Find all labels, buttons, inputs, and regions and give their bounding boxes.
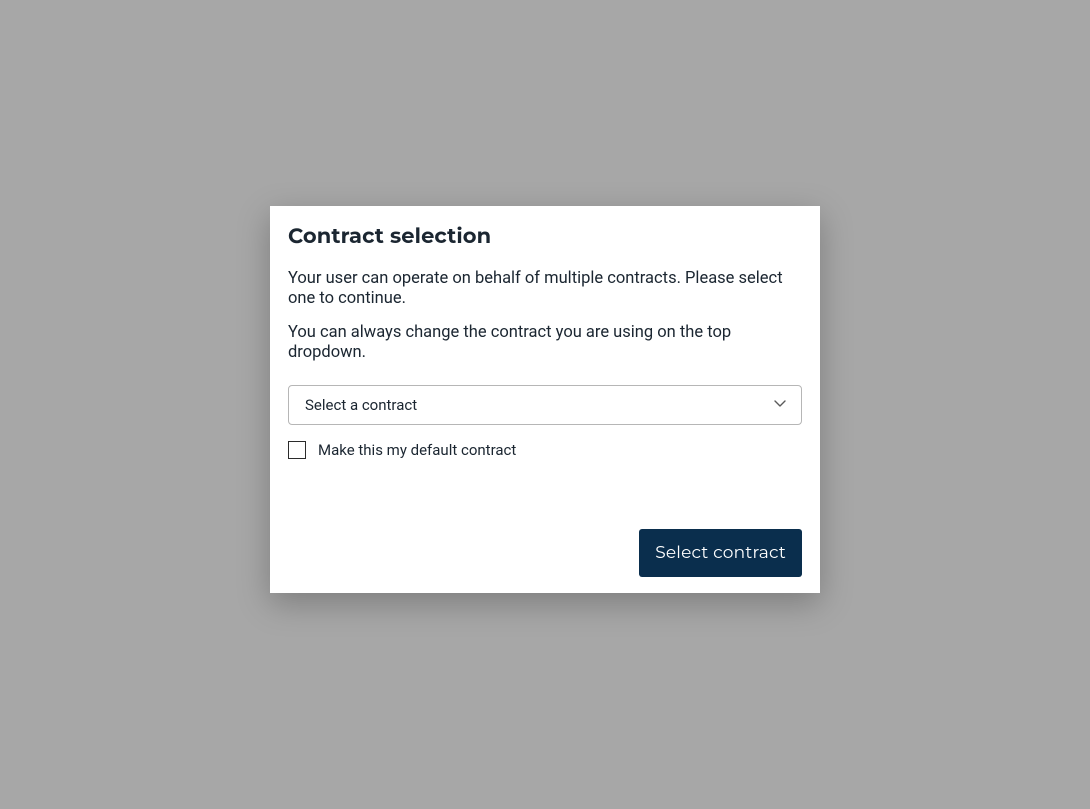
default-contract-row: Make this my default contract	[288, 441, 802, 459]
default-contract-label: Make this my default contract	[318, 441, 516, 459]
modal-backdrop: Contract selection Your user can operate…	[0, 0, 1090, 809]
modal-footer: Select contract	[288, 529, 802, 577]
contract-select-placeholder: Select a contract	[305, 396, 417, 414]
contract-selection-modal: Contract selection Your user can operate…	[270, 206, 820, 594]
select-contract-button[interactable]: Select contract	[639, 529, 802, 577]
modal-description-1: Your user can operate on behalf of multi…	[288, 269, 802, 309]
contract-select-wrapper: Select a contract	[288, 385, 802, 425]
modal-description-2: You can always change the contract you a…	[288, 323, 802, 363]
modal-title: Contract selection	[288, 224, 802, 249]
contract-select[interactable]: Select a contract	[288, 385, 802, 425]
default-contract-checkbox[interactable]	[288, 441, 306, 459]
